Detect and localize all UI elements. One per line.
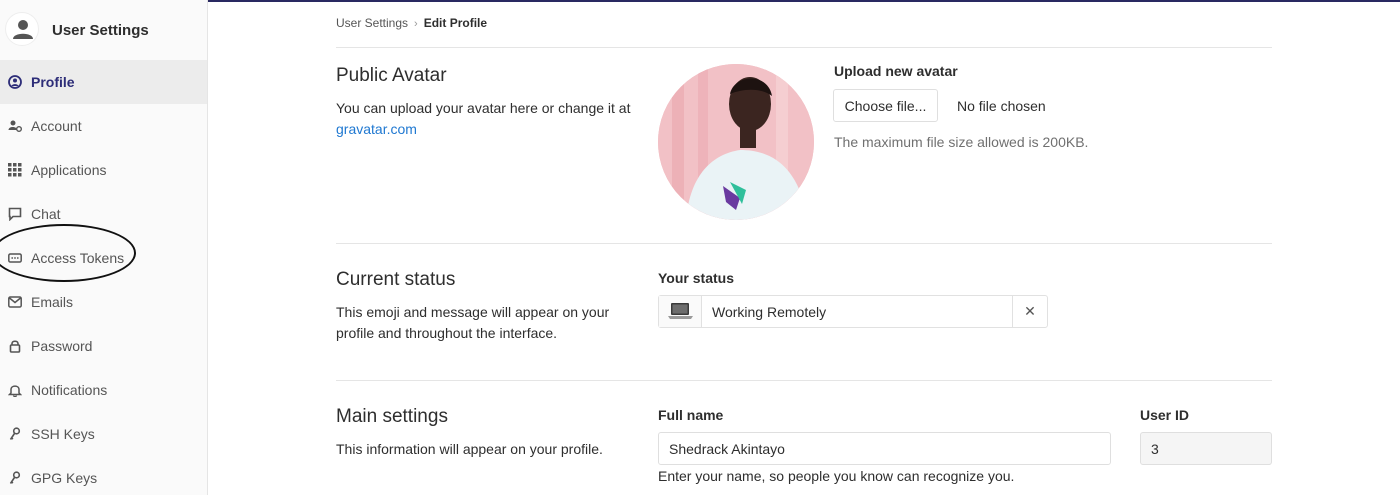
status-section-title: Current status [336, 269, 456, 290]
breadcrumb-separator: › [414, 18, 418, 30]
sidebar-title: User Settings [52, 22, 149, 39]
sidebar-item-label: Chat [31, 206, 61, 222]
user-id-input[interactable]: 3 [1140, 432, 1272, 465]
sidebar-item-label: Notifications [31, 382, 108, 398]
user-id-label: User ID [1140, 407, 1190, 423]
sidebar-item-password[interactable]: Password [0, 324, 207, 368]
sidebar-item-account[interactable]: Account [0, 104, 207, 148]
full-name-label: Full name [658, 407, 724, 423]
no-file-chosen-text: No file chosen [957, 98, 1046, 114]
top-border [0, 0, 1400, 2]
main-section-desc: This information will appear on your pro… [336, 441, 603, 457]
key-icon [9, 471, 21, 484]
sidebar-item-label: Profile [31, 74, 75, 90]
full-name-help: Enter your name, so people you know can … [658, 468, 1015, 484]
email-icon [8, 296, 22, 308]
account-gear-icon [8, 120, 22, 132]
sidebar-item-ssh-keys[interactable]: SSH Keys [0, 412, 207, 456]
breadcrumb-current: Edit Profile [423, 16, 488, 30]
status-message-input[interactable]: Working Remotely [712, 304, 826, 320]
full-name-input[interactable]: Shedrack Akintayo [658, 432, 1111, 465]
main-section-title: Main settings [336, 406, 448, 427]
avatar-section-title: Public Avatar [336, 65, 447, 86]
bell-icon [8, 385, 22, 397]
upload-avatar-label: Upload new avatar [834, 63, 958, 79]
choose-file-button[interactable]: Choose file... [833, 89, 938, 122]
laptop-emoji-icon [668, 303, 693, 319]
status-emoji-button[interactable] [659, 296, 702, 327]
sidebar-item-label: Password [31, 338, 93, 354]
chat-icon [8, 207, 22, 221]
lock-icon [9, 340, 21, 353]
status-section-desc: This emoji and message will appear on yo… [336, 304, 610, 341]
sidebar-header[interactable]: User Settings [0, 10, 207, 54]
sidebar-item-applications[interactable]: Applications [0, 148, 207, 192]
gravatar-link[interactable]: gravatar.com [336, 121, 417, 137]
sidebar-item-label: GPG Keys [31, 470, 98, 486]
sidebar-item-profile[interactable]: Profile [0, 60, 207, 104]
divider [336, 47, 1272, 48]
clear-status-button[interactable]: ✕ [1012, 296, 1047, 327]
your-status-label: Your status [658, 270, 734, 286]
avatar-desc-text: You can upload your avatar here or chang… [336, 100, 631, 116]
profile-avatar-image [658, 64, 814, 220]
sidebar-item-label: Applications [31, 162, 107, 178]
status-input-group: Working Remotely ✕ [658, 295, 1048, 328]
close-icon: ✕ [1024, 303, 1036, 319]
user-avatar-icon[interactable] [5, 12, 39, 46]
key-icon [9, 427, 21, 440]
sidebar-item-label: SSH Keys [31, 426, 95, 442]
sidebar-item-notifications[interactable]: Notifications [0, 368, 207, 412]
divider [336, 243, 1272, 244]
applications-grid-icon [8, 163, 22, 177]
sidebar-item-emails[interactable]: Emails [0, 280, 207, 324]
profile-icon [8, 75, 22, 89]
sidebar-item-label: Emails [31, 294, 74, 310]
divider [336, 380, 1272, 381]
avatar-size-help: The maximum file size allowed is 200KB. [834, 134, 1089, 150]
sidebar-item-gpg-keys[interactable]: GPG Keys [0, 456, 207, 495]
breadcrumb: User Settings › Edit Profile [336, 16, 487, 30]
sidebar-item-label: Account [31, 118, 82, 134]
breadcrumb-parent-link[interactable]: User Settings [336, 16, 408, 30]
avatar-section-desc: You can upload your avatar here or chang… [336, 98, 631, 140]
